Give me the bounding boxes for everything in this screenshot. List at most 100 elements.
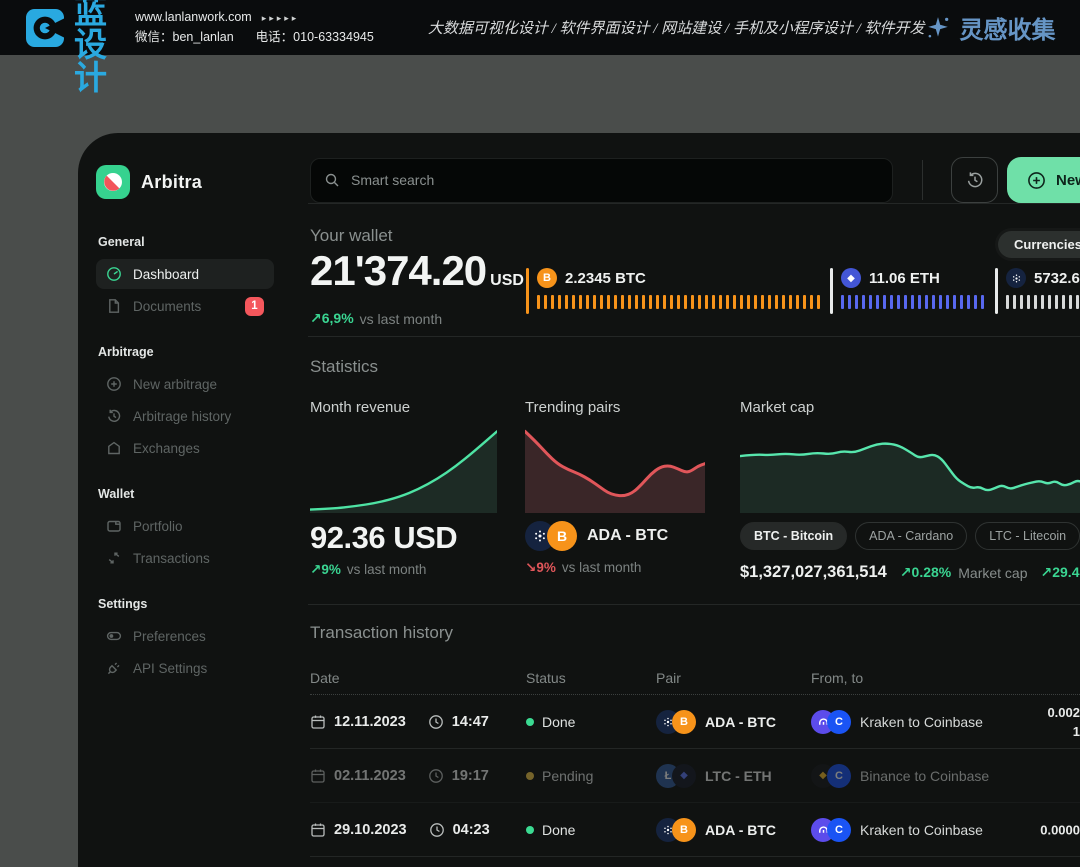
balance-currency: USD (490, 272, 524, 289)
inspiration-collect-link[interactable]: 灵感收集 (925, 10, 1056, 45)
sparkle-icon (925, 15, 951, 41)
statistics-section: Statistics Month revenue 92.36 USD ↗9%vs… (310, 337, 1080, 582)
site-url: www.lanlanwork.com (135, 10, 252, 24)
month-revenue-chart (310, 428, 497, 513)
holding-divider-bar (995, 268, 998, 314)
sidebar-item-dashboard[interactable]: Dashboard (96, 259, 274, 289)
new-arbitrage-button[interactable]: New arbitrage (1007, 157, 1080, 203)
wallet-section: Your wallet Currencies Exchanges 21'374.… (310, 204, 1080, 336)
holding-btc: B2.2345 BTC (526, 268, 827, 314)
tx-date: 29.10.2023 (334, 822, 407, 838)
app-brand-name: Arbitra (141, 172, 202, 193)
pair-label: LTC - ETH (705, 768, 772, 784)
phone-label: 电话：010-63334945 (256, 30, 374, 44)
sidebar-item-label: New arbitrage (133, 377, 217, 392)
tx-time: 14:47 (452, 714, 489, 730)
pill-btc-bitcoin[interactable]: BTC - Bitcoin (740, 522, 847, 550)
sidebar-item-label: Portfolio (133, 519, 183, 534)
table-row[interactable]: 29.10.2023 04:23 Done B ADA - BTC C (310, 803, 1080, 857)
eth-bars (841, 295, 984, 309)
ada-bars (1006, 295, 1080, 309)
holding-divider-bar (830, 268, 833, 314)
status-dot (526, 718, 534, 726)
sidebar-item-api-settings[interactable]: API Settings (96, 653, 274, 683)
market-cap-value: $1,327,027,361,514 (740, 563, 887, 582)
status-dot (526, 772, 534, 780)
sidebar-item-transactions[interactable]: Transactions (96, 543, 274, 573)
sidebar-item-new-arbitrage[interactable]: New arbitrage (96, 369, 274, 399)
collect-label: 灵感收集 (960, 10, 1056, 45)
sidebar-item-preferences[interactable]: Preferences (96, 621, 274, 651)
sidebar-section-settings: Settings (98, 597, 274, 611)
col-status: Status (526, 670, 656, 686)
status-label: Done (542, 714, 575, 730)
route-label: Binance to Coinbase (860, 768, 989, 784)
topbar-divider (922, 160, 923, 200)
market-cap-label: Market cap (740, 399, 1080, 416)
table-row[interactable]: 02.11.2023 19:17 Pending Ł ◆ LTC - ETH ◆… (310, 749, 1080, 803)
sidebar-section-general: General (98, 235, 274, 249)
pill-ltc-litecoin[interactable]: LTC - Litecoin (975, 522, 1080, 550)
holdings-row: B2.2345 BTC ◆11.06 ETH 5732.61 ADA (526, 268, 1080, 314)
eth-coin-icon: ◆ (672, 764, 696, 788)
tx-time: 04:23 (453, 822, 490, 838)
sidebar-section-wallet: Wallet (98, 487, 274, 501)
btc-coin-icon: B (537, 268, 557, 288)
pair-label: ADA - BTC (705, 822, 776, 838)
sidebar: Arbitra General Dashboard Documents 1 Ar… (78, 133, 288, 867)
dashboard-window: Arbitra General Dashboard Documents 1 Ar… (78, 133, 1080, 867)
topbar: New arbitrage (310, 157, 1080, 203)
site-header: 蓝蓝设计 www.lanlanwork.com▸▸▸▸▸ 微信：ben_lanl… (0, 0, 1080, 55)
tab-currencies[interactable]: Currencies (998, 231, 1080, 258)
calendar-icon (310, 768, 326, 784)
status-label: Pending (542, 768, 593, 784)
clock-icon (428, 714, 444, 730)
clock-icon (428, 768, 444, 784)
change-note: vs last month (360, 311, 442, 327)
calendar-icon (310, 822, 326, 838)
wallet-balance: 21'374.20USD ↗6,9%vs last month (310, 248, 526, 327)
col-date: Date (310, 670, 526, 686)
site-logo-text: 蓝蓝设计 (74, 0, 109, 94)
toggle-icon (106, 628, 122, 644)
sidebar-item-label: Arbitrage history (133, 409, 231, 424)
sidebar-item-portfolio[interactable]: Portfolio (96, 511, 274, 541)
btc-coin-icon: B (672, 818, 696, 842)
transaction-history-title: Transaction history (310, 623, 1080, 643)
wallet-tabs: Currencies Exchanges (995, 228, 1080, 261)
sidebar-item-arbitrage-history[interactable]: Arbitrage history (96, 401, 274, 431)
sidebar-item-label: Transactions (133, 551, 210, 566)
sidebar-item-exchanges[interactable]: Exchanges (96, 433, 274, 463)
coinbase-icon: C (827, 818, 851, 842)
lanlan-logo-icon (26, 9, 64, 47)
sidebar-item-label: Documents (133, 299, 201, 314)
transfer-icon (106, 550, 122, 566)
route-label: Kraken to Coinbase (860, 822, 983, 838)
market-cap-chart (740, 428, 1080, 513)
search-input[interactable] (310, 158, 893, 203)
history-button[interactable] (951, 157, 998, 203)
trending-pair-name: ADA - BTC (587, 527, 668, 545)
gauge-icon (106, 266, 122, 282)
new-button-label: New arbitrage (1056, 172, 1080, 189)
header-contact: www.lanlanwork.com▸▸▸▸▸ 微信：ben_lanlan电话：… (135, 8, 374, 47)
col-from-to: From, to (811, 670, 1051, 686)
btc-coin-icon: B (547, 521, 577, 551)
table-header: Date Status Pair From, to (310, 661, 1080, 695)
trending-pairs-chart (525, 428, 705, 513)
month-revenue-label: Month revenue (310, 399, 497, 416)
main-content: New arbitrage Your wallet Currencies Exc… (288, 133, 1080, 867)
table-row[interactable]: 12.11.2023 14:47 Done B ADA - BTC C (310, 695, 1080, 749)
trending-pairs-card: Trending pairs B ADA - BTC ↘9%vs last mo… (525, 399, 705, 582)
calendar-icon (310, 714, 326, 730)
home-icon (106, 440, 122, 456)
history-icon (965, 170, 985, 190)
wallet-title: Your wallet (310, 226, 393, 246)
market-cap-pair-pills: BTC - Bitcoin ADA - Cardano LTC - Liteco… (740, 522, 1080, 550)
plus-circle-icon (106, 376, 122, 392)
coinbase-icon: C (827, 710, 851, 734)
route-label: Kraken to Coinbase (860, 714, 983, 730)
pill-ada-cardano[interactable]: ADA - Cardano (855, 522, 967, 550)
sidebar-item-documents[interactable]: Documents 1 (96, 291, 274, 321)
month-revenue-value: 92.36 USD (310, 521, 497, 555)
